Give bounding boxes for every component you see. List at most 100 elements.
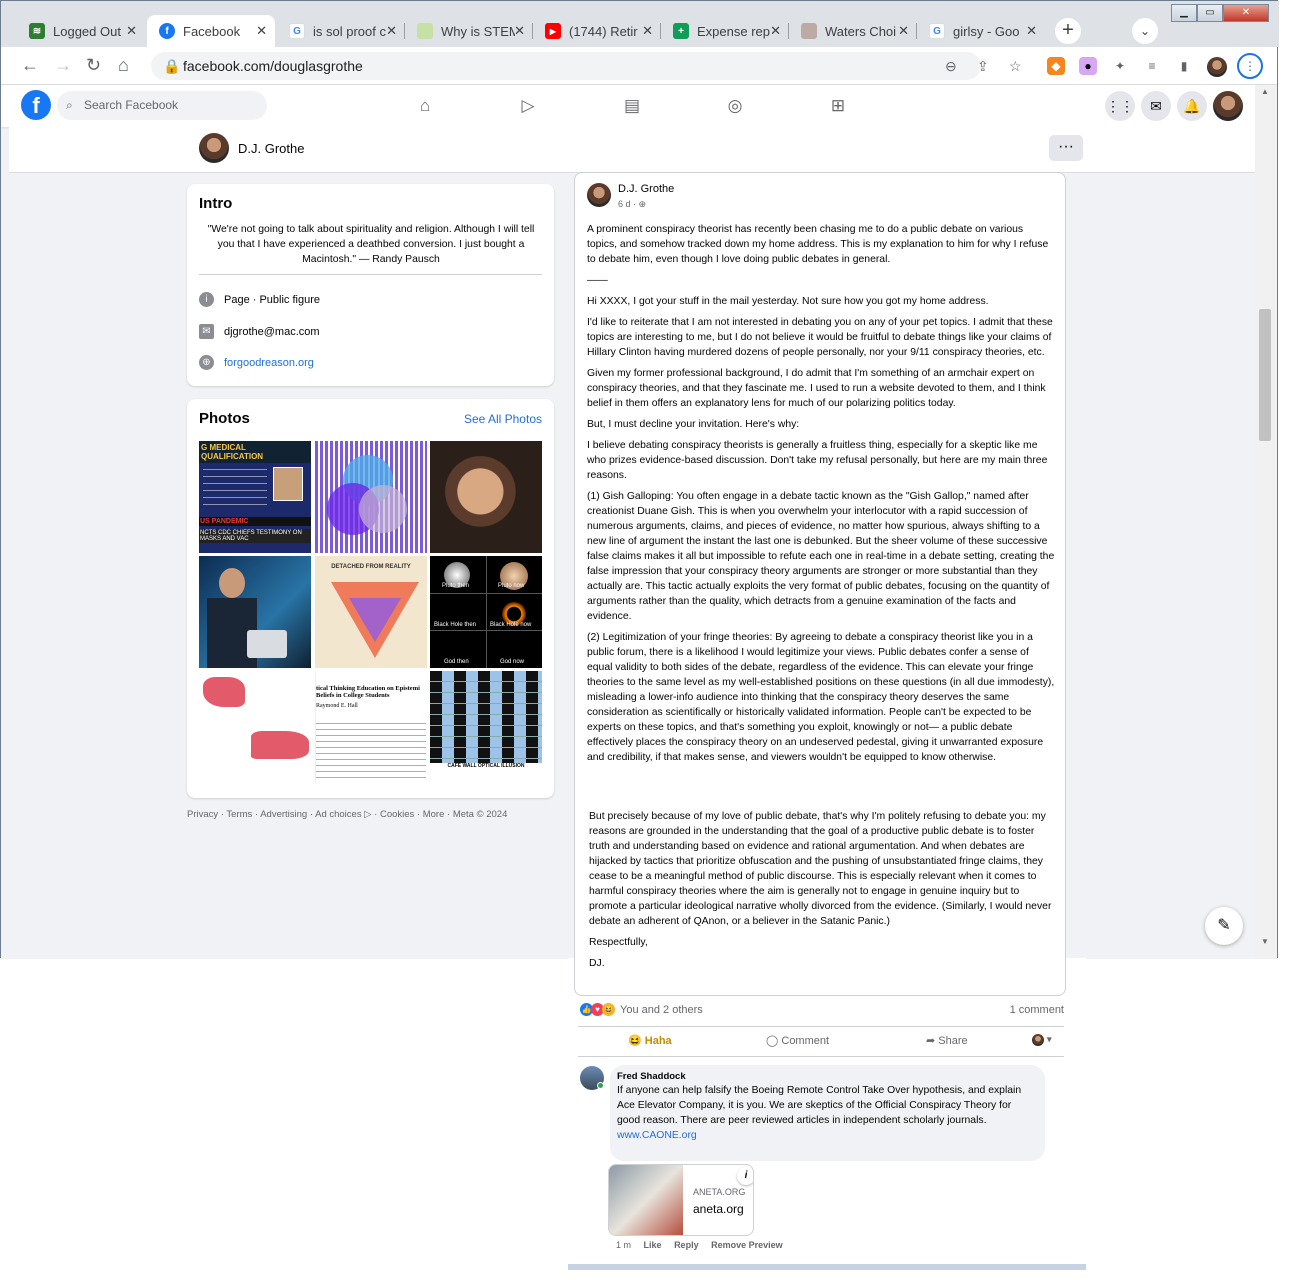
close-tab-icon[interactable]: ✕	[898, 23, 909, 39]
account-avatar[interactable]	[1213, 91, 1243, 121]
reactions-summary[interactable]: 👍 ♥ 😆 You and 2 others	[580, 1003, 703, 1016]
post-author-name[interactable]: D.J. Grothe	[618, 183, 674, 195]
new-tab-button[interactable]: +	[1055, 18, 1081, 44]
haha-icon: 😆	[628, 1035, 642, 1047]
photo-color-circles[interactable]	[315, 441, 427, 553]
media-queue-icon[interactable]: ≡	[1143, 57, 1161, 75]
profile-avatar[interactable]	[199, 133, 229, 163]
messenger-icon[interactable]: ✉	[1141, 91, 1171, 121]
url-text[interactable]: facebook.com/douglasgrothe	[183, 58, 363, 74]
minimize-button[interactable]: ▁	[1171, 4, 1197, 22]
scroll-up-icon[interactable]: ▲	[1261, 87, 1269, 96]
comment-icon: ◯	[766, 1035, 779, 1047]
comment-text: If anyone can help falsify the Boeing Re…	[617, 1085, 1022, 1126]
menu-grid-icon[interactable]: ⋮⋮	[1105, 91, 1135, 121]
close-tab-icon[interactable]: ✕	[770, 23, 781, 39]
facebook-search-input[interactable]: ⌕ Search Facebook	[57, 91, 267, 120]
notifications-bell-icon[interactable]: 🔔	[1177, 91, 1207, 121]
photo-detached-from-reality[interactable]: DETACHED FROM REALITY	[315, 556, 427, 668]
photo-speaker[interactable]	[199, 556, 311, 668]
address-bar[interactable]: 🔒 facebook.com/douglasgrothe ⊖ ⇪ ☆	[151, 52, 1022, 80]
facebook-header: f ⌕ Search Facebook ⌂ ▷ ▤ ◎ ⊞ ⋮⋮ ✉ 🔔	[1, 85, 1255, 127]
photo-paper-excerpt[interactable]: tical Thinking Education on Epistemi Bel…	[315, 671, 427, 783]
link-preview-card[interactable]: ANETA.ORG aneta.org i	[608, 1164, 754, 1236]
close-tab-icon[interactable]: ✕	[256, 23, 267, 39]
profile-avatar-icon[interactable]	[1207, 57, 1227, 77]
tab-logged-out[interactable]: ≋ Logged Out ✕	[17, 15, 145, 47]
video-nav-icon[interactable]: ▷	[517, 95, 539, 117]
close-tab-icon[interactable]: ✕	[642, 23, 653, 39]
bookmark-star-icon[interactable]: ☆	[1009, 52, 1022, 80]
metamask-icon[interactable]: ◆	[1047, 57, 1065, 75]
home-icon[interactable]: ⌂	[118, 55, 129, 76]
tab-google-search[interactable]: Gis sol proof c ✕	[277, 15, 405, 47]
scrollbar-thumb[interactable]	[1259, 309, 1271, 441]
more-options-button[interactable]: ···	[1049, 135, 1083, 161]
marketplace-nav-icon[interactable]: ▤	[621, 95, 643, 117]
side-panel-icon[interactable]: ▮	[1175, 57, 1193, 75]
comment-bubble: Fred Shaddock If anyone can help falsify…	[610, 1065, 1045, 1161]
youtube-icon: ▶	[545, 23, 561, 39]
comment-link[interactable]: www.CAONE.org	[617, 1128, 1037, 1143]
audience-avatar	[1032, 1034, 1044, 1046]
haha-button[interactable]: 😆 Haha	[628, 1034, 672, 1047]
close-tab-icon[interactable]: ✕	[514, 23, 525, 39]
forward-icon[interactable]: →	[54, 55, 72, 76]
bottom-edge	[568, 1264, 1086, 1270]
photo-medical-qualification[interactable]: G MEDICAL QUALIFICATION US PANDEMIC NCTS…	[199, 441, 311, 553]
comment-button[interactable]: ◯ Comment	[766, 1034, 829, 1047]
scrollbar[interactable]: ▲ ▼	[1255, 85, 1275, 959]
post-author-avatar[interactable]	[587, 183, 611, 207]
tab-facebook[interactable]: f Facebook ✕	[147, 15, 275, 47]
photo-then-now-grid[interactable]: Pluto then Pluto now Black Hole then Bla…	[430, 556, 542, 668]
lock-icon[interactable]: 🔒	[163, 52, 180, 80]
share-button[interactable]: ➦ Share	[926, 1034, 968, 1047]
intro-website: ⊕ forgoodreason.org	[199, 355, 314, 370]
photo-portrait[interactable]	[430, 441, 542, 553]
tab-youtube[interactable]: ▶ (1744) Retir ✕	[533, 15, 661, 47]
gaming-nav-icon[interactable]: ⊞	[827, 95, 849, 117]
tab-waters-choice[interactable]: Waters Choi ✕	[789, 15, 917, 47]
text-lines	[203, 469, 267, 509]
footer-links[interactable]: Privacy · Terms · Advertising · Ad choic…	[187, 809, 507, 820]
comment-author[interactable]: Fred Shaddock	[617, 1071, 1037, 1082]
page-icon	[417, 23, 433, 39]
reload-icon[interactable]: ↻	[86, 55, 101, 76]
comment-count[interactable]: 1 comment	[1010, 1004, 1064, 1016]
menu-kebab-icon[interactable]: ⋮	[1237, 53, 1263, 79]
compose-message-icon[interactable]: ✎	[1205, 907, 1243, 945]
photo-us-map[interactable]	[199, 671, 311, 783]
groups-nav-icon[interactable]: ◎	[724, 95, 746, 117]
tab-search-button[interactable]: ⌄	[1132, 18, 1158, 44]
profile-name[interactable]: D.J. Grothe	[238, 141, 304, 156]
tab-strip: ≋ Logged Out ✕ f Facebook ✕ Gis sol proof c ✕…	[1, 1, 1279, 47]
tab-expense-report[interactable]: + Expense rep ✕	[661, 15, 789, 47]
share-icon[interactable]: ⇪	[977, 52, 989, 80]
info-icon: i	[199, 292, 214, 307]
intro-title: Intro	[199, 195, 233, 212]
divider	[199, 274, 542, 275]
photo-cafe-wall-illusion[interactable]: CAFE WALL OPTICAL ILLUSION	[430, 671, 542, 783]
see-all-photos-link[interactable]: See All Photos	[464, 412, 542, 426]
photos-title: Photos	[199, 410, 250, 427]
home-nav-icon[interactable]: ⌂	[414, 95, 436, 117]
facebook-logo-icon[interactable]: f	[21, 90, 51, 120]
tab-girlsy-google[interactable]: Ggirlsy - Goo ✕	[917, 15, 1045, 47]
tab-why-is-stem[interactable]: Why is STEM ✕	[405, 15, 533, 47]
info-icon[interactable]: i	[737, 1167, 753, 1185]
close-window-button[interactable]: ✕	[1223, 4, 1269, 22]
audience-selector[interactable]: ▾	[1032, 1034, 1052, 1046]
extensions-puzzle-icon[interactable]: ✦	[1111, 57, 1129, 75]
close-tab-icon[interactable]: ✕	[1026, 23, 1037, 39]
scroll-down-icon[interactable]: ▼	[1261, 937, 1269, 946]
back-icon[interactable]: ←	[21, 55, 39, 76]
close-tab-icon[interactable]: ✕	[126, 23, 137, 39]
facebook-icon: f	[159, 23, 175, 39]
post-timestamp[interactable]: 6 d · ⊕	[618, 199, 646, 210]
post-paragraph: But, I must decline your invitation. Her…	[587, 419, 800, 430]
close-tab-icon[interactable]: ✕	[386, 23, 397, 39]
intro-email: ✉ djgrothe@mac.com	[199, 324, 320, 339]
maximize-button[interactable]: ▭	[1197, 4, 1223, 22]
extension-icon[interactable]: ●	[1079, 57, 1097, 75]
zoom-icon[interactable]: ⊖	[945, 52, 957, 80]
